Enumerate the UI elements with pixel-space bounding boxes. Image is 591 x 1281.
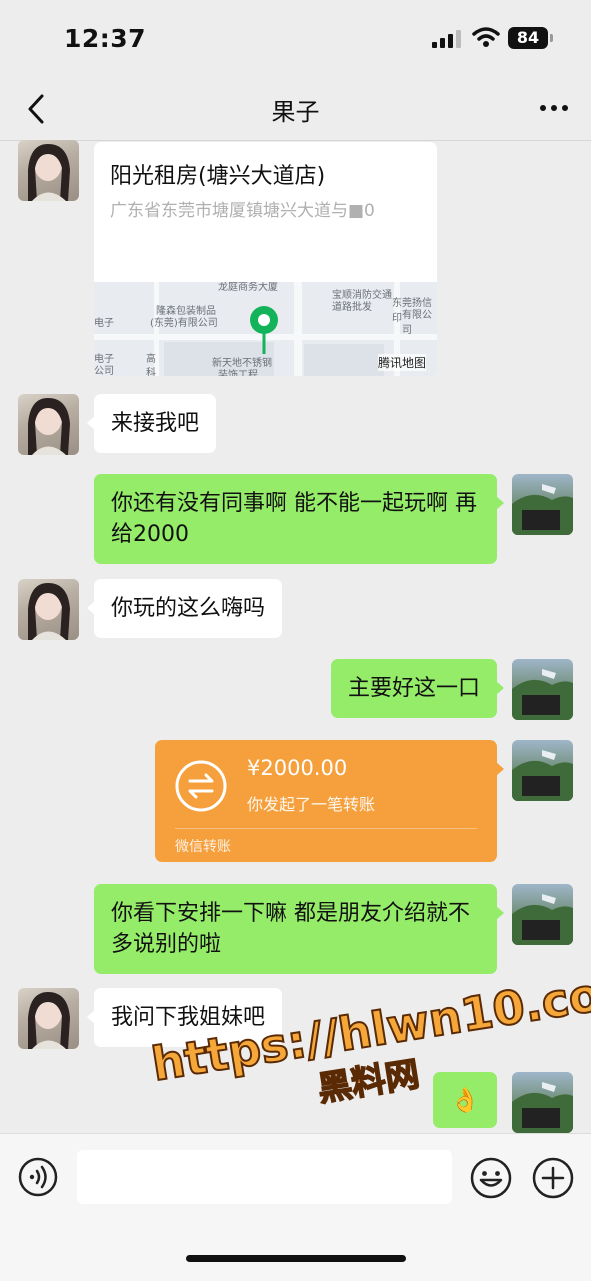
message-input[interactable] bbox=[77, 1150, 452, 1204]
my-avatar[interactable] bbox=[512, 474, 573, 535]
map-provider-label: 腾讯地图 bbox=[378, 354, 427, 371]
my-avatar[interactable] bbox=[512, 659, 573, 720]
contact-avatar[interactable] bbox=[18, 579, 79, 640]
transfer-footer: 微信转账 bbox=[175, 839, 231, 855]
transfer-icon bbox=[175, 760, 227, 812]
status-time: 12:37 bbox=[64, 24, 147, 53]
map-pin-icon bbox=[250, 306, 278, 354]
my-avatar[interactable] bbox=[512, 884, 573, 945]
map-label: 电子 bbox=[94, 318, 114, 329]
map-label: 有限公司 bbox=[402, 310, 432, 336]
contact-avatar[interactable] bbox=[18, 394, 79, 455]
location-address: 广东省东莞市塘厦镇塘兴大道与■0 bbox=[110, 201, 375, 221]
chat-header: 果子 bbox=[0, 78, 591, 141]
my-avatar[interactable] bbox=[512, 1072, 573, 1133]
location-card[interactable]: 阳光租房(塘兴大道店) 广东省东莞市塘厦镇塘兴大道与■0 龙庭商务大厦 宝顺消防… bbox=[94, 142, 437, 376]
message-bubble-sent[interactable]: 你看下安排一下嘛 都是朋友介绍就不多说别的啦 bbox=[94, 884, 504, 974]
message-bubble-sent[interactable]: 你还有没有同事啊 能不能一起玩啊 再给2000 bbox=[94, 474, 504, 564]
plus-icon[interactable] bbox=[532, 1157, 574, 1199]
transfer-card[interactable]: ¥2000.00 你发起了一笔转账 微信转账 bbox=[155, 740, 504, 862]
location-title: 阳光租房(塘兴大道店) bbox=[110, 164, 326, 189]
battery-tip bbox=[550, 34, 553, 42]
message-list[interactable]: 阳光租房(塘兴大道店) 广东省东莞市塘厦镇塘兴大道与■0 龙庭商务大厦 宝顺消防… bbox=[0, 140, 591, 1133]
signal-icon bbox=[432, 30, 461, 48]
transfer-divider bbox=[175, 828, 477, 829]
input-bar bbox=[0, 1133, 591, 1281]
message-bubble-received[interactable]: 你玩的这么嗨吗 bbox=[86, 579, 283, 638]
message-bubble-emoji[interactable]: 👌 bbox=[433, 1072, 497, 1128]
avatar-image bbox=[512, 894, 573, 945]
map-label: 龙庭商务大厦 bbox=[218, 282, 278, 293]
avatar-image bbox=[28, 992, 70, 1049]
map-label: 道路批发 bbox=[332, 302, 372, 313]
transfer-amount: ¥2000.00 bbox=[247, 756, 348, 780]
wifi-icon bbox=[472, 27, 500, 47]
home-indicator[interactable] bbox=[186, 1255, 406, 1262]
avatar-image bbox=[28, 398, 70, 455]
battery-level: 84 bbox=[508, 27, 548, 49]
status-bar: 12:37 84 bbox=[0, 0, 591, 78]
chat-title: 果子 bbox=[271, 98, 320, 126]
message-bubble-sent[interactable]: 主要好这一口 bbox=[330, 659, 505, 718]
avatar-image bbox=[512, 1082, 573, 1133]
message-bubble-received[interactable]: 我问下我姐妹吧 bbox=[86, 988, 283, 1047]
map-label: 高 bbox=[146, 354, 156, 365]
transfer-description: 你发起了一笔转账 bbox=[247, 795, 376, 814]
more-icon[interactable] bbox=[538, 98, 570, 118]
avatar-image bbox=[512, 669, 573, 720]
emoji-icon[interactable] bbox=[470, 1157, 512, 1199]
location-map: 龙庭商务大厦 宝顺消防交通 道路批发 隆森包装制品 (东莞)有限公司 东莞扬信印… bbox=[94, 282, 437, 376]
avatar-image bbox=[28, 144, 70, 201]
contact-avatar[interactable] bbox=[18, 988, 79, 1049]
avatar-image bbox=[512, 750, 573, 801]
map-label: 公司 bbox=[94, 366, 114, 376]
voice-icon[interactable] bbox=[18, 1157, 58, 1197]
map-label: 装饰工程 bbox=[218, 370, 258, 376]
map-label: 科 bbox=[146, 368, 156, 376]
avatar-image bbox=[512, 484, 573, 535]
message-bubble-received[interactable]: 来接我吧 bbox=[86, 394, 217, 453]
map-label: (东莞)有限公司 bbox=[150, 318, 218, 329]
my-avatar[interactable] bbox=[512, 740, 573, 801]
avatar-image bbox=[28, 583, 70, 640]
contact-avatar[interactable] bbox=[18, 140, 79, 201]
